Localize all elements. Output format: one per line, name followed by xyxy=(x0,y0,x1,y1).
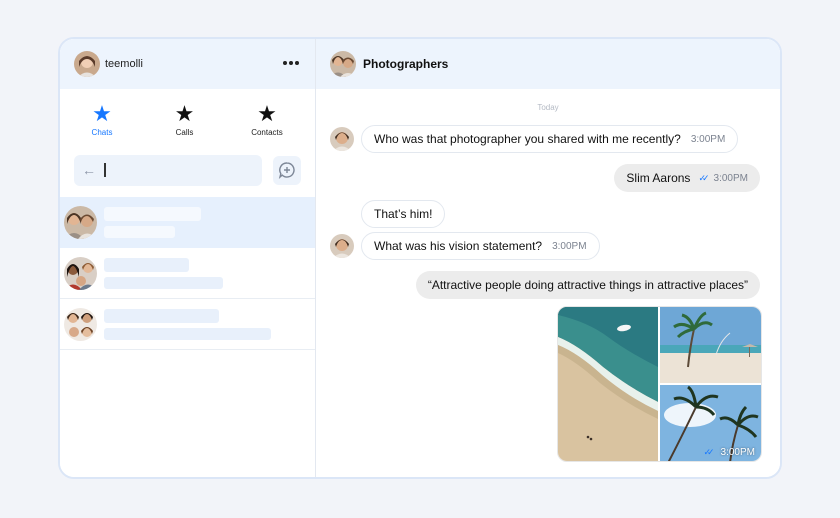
new-chat-button[interactable] xyxy=(273,155,301,185)
message-time: 3:00PM xyxy=(720,447,755,458)
tab-label: Contacts xyxy=(251,128,283,137)
star-icon: ★ xyxy=(174,101,195,126)
username: teemolli xyxy=(105,58,143,70)
group-avatar xyxy=(64,307,97,341)
sidebar: teemolli ★ Chats ★ Calls ★ Contacts ← xyxy=(60,39,316,477)
conversation-header: Photographers xyxy=(316,39,780,89)
more-horizontal-icon[interactable] xyxy=(281,55,301,71)
sender-avatar[interactable] xyxy=(330,127,354,151)
tab-label: Chats xyxy=(91,128,113,137)
user-avatar[interactable] xyxy=(74,51,100,77)
list-item[interactable] xyxy=(60,299,315,350)
message-incoming: That’s him! xyxy=(361,200,446,228)
text-cursor xyxy=(104,163,106,177)
chat-preview-placeholder xyxy=(104,327,271,340)
message-bubble[interactable]: What was his vision statement? 3:00PM xyxy=(361,232,600,260)
star-icon: ★ xyxy=(92,101,112,126)
chat-list xyxy=(60,197,315,350)
message-bubble[interactable]: Who was that photographer you shared wit… xyxy=(361,125,739,153)
message-text: What was his vision statement? xyxy=(374,239,543,253)
message-time: 3:00PM xyxy=(690,133,726,145)
search-row: ← xyxy=(60,154,315,186)
message-time: 3:00PM xyxy=(552,240,587,252)
chat-name-placeholder xyxy=(104,207,201,221)
message-incoming: Who was that photographer you shared wit… xyxy=(330,125,739,153)
message-time: 3:00PM xyxy=(713,172,748,184)
message-text: Slim Aarons xyxy=(626,171,691,185)
conversation-title: Photographers xyxy=(363,57,449,71)
search-input[interactable]: ← xyxy=(74,154,262,186)
chat-preview-placeholder xyxy=(104,226,175,238)
sidebar-header: teemolli xyxy=(60,39,315,89)
sender-avatar[interactable] xyxy=(330,234,354,258)
list-item[interactable] xyxy=(60,197,315,248)
star-icon: ★ xyxy=(257,101,277,126)
message-text: Who was that photographer you shared wit… xyxy=(374,132,681,146)
tab-chats[interactable]: ★ Chats xyxy=(78,103,126,149)
message-bubble[interactable]: “Attractive people doing attractive thin… xyxy=(415,271,760,299)
date-separator: Today xyxy=(537,103,559,112)
group-avatar xyxy=(64,256,97,290)
conversation-pane: Photographers Today Who was that photogr… xyxy=(316,39,780,477)
chat-name-placeholder xyxy=(104,257,189,272)
tab-bar: ★ Chats ★ Calls ★ Contacts xyxy=(60,89,315,149)
beach-aerial-photo[interactable] xyxy=(558,307,658,462)
message-outgoing: “Attractive people doing attractive thin… xyxy=(415,271,760,299)
tab-label: Calls xyxy=(175,128,194,137)
chat-preview-placeholder xyxy=(104,276,223,289)
message-bubble[interactable]: That’s him! xyxy=(361,200,446,228)
message-text: “Attractive people doing attractive thin… xyxy=(427,278,748,292)
arrow-left-icon[interactable]: ← xyxy=(82,162,98,178)
chat-name-placeholder xyxy=(104,308,219,323)
image-time: ✓✓ 3:00PM xyxy=(703,447,755,458)
read-receipt-icon: ✓✓ xyxy=(698,172,709,183)
group-avatar[interactable] xyxy=(330,51,356,77)
tab-calls[interactable]: ★ Calls xyxy=(161,103,209,149)
image-message[interactable]: ✓✓ 3:00PM xyxy=(557,306,762,462)
new-chat-icon xyxy=(278,162,295,179)
list-item[interactable] xyxy=(60,248,315,299)
message-incoming: What was his vision statement? 3:00PM xyxy=(330,232,600,260)
chat-app-window: teemolli ★ Chats ★ Calls ★ Contacts ← Ph… xyxy=(58,37,782,479)
message-text: That’s him! xyxy=(374,207,433,221)
palm-beach-photo[interactable] xyxy=(660,307,762,383)
message-bubble[interactable]: Slim Aarons ✓✓ 3:00PM xyxy=(614,164,760,192)
message-outgoing: Slim Aarons ✓✓ 3:00PM xyxy=(614,164,760,192)
tab-contacts[interactable]: ★ Contacts xyxy=(243,103,291,149)
read-receipt-icon: ✓✓ xyxy=(703,447,714,457)
group-avatar xyxy=(64,206,97,239)
